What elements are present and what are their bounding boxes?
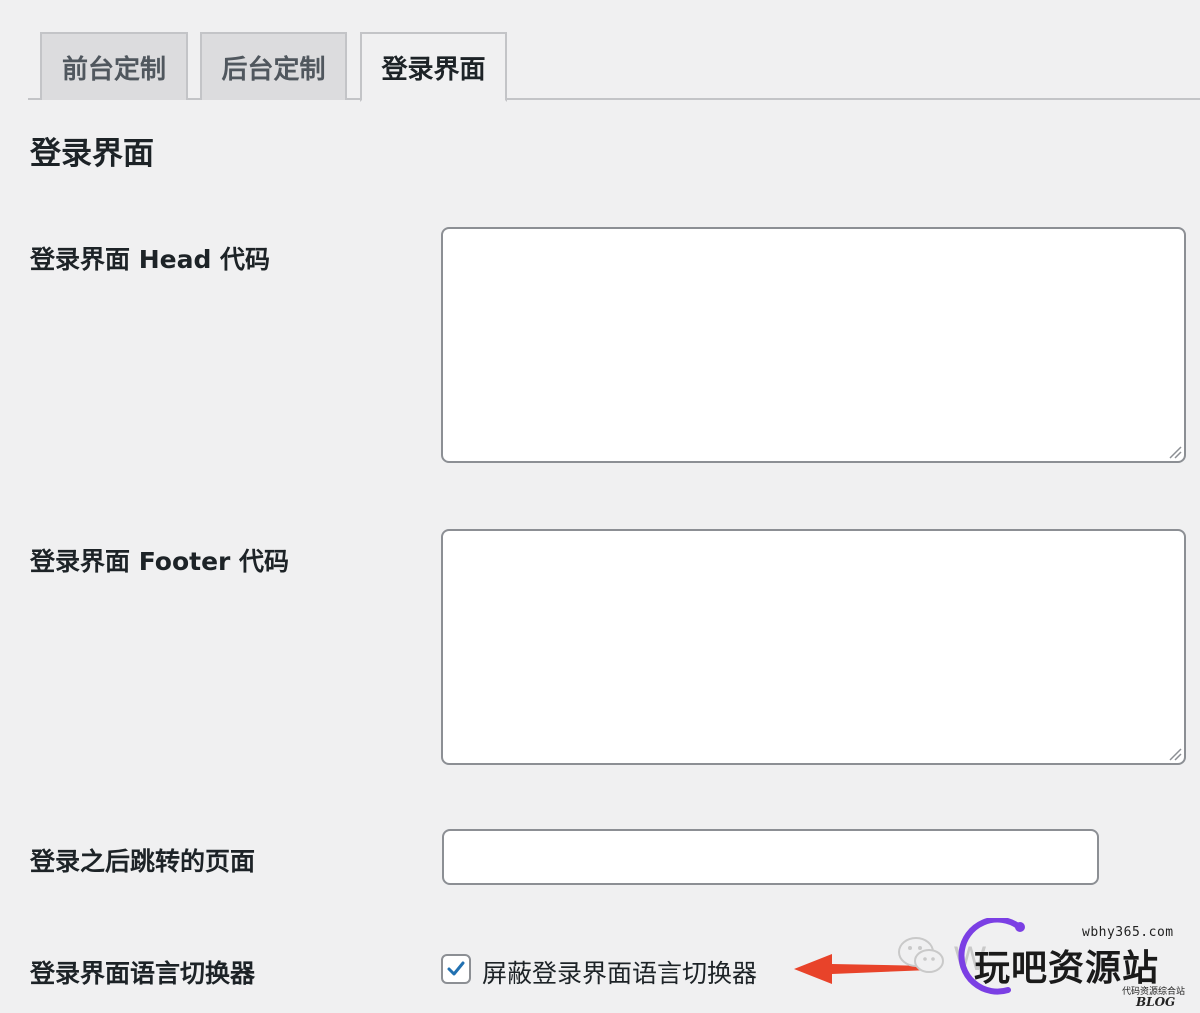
redirect-page-input[interactable] xyxy=(442,829,1099,885)
checkmark-icon xyxy=(447,961,465,976)
watermark-url: wbhy365.com xyxy=(1082,925,1174,940)
wechat-icon xyxy=(898,937,944,973)
hide-language-switcher-label[interactable]: 屏蔽登录界面语言切换器 xyxy=(482,954,757,990)
tab-backend-custom[interactable]: 后台定制 xyxy=(200,32,347,100)
tab-bar: 前台定制 后台定制 登录界面 xyxy=(28,32,1200,102)
section-title: 登录界面 xyxy=(30,136,154,172)
head-code-label: 登录界面 Head 代码 xyxy=(30,245,271,274)
tab-login-screen[interactable]: 登录界面 xyxy=(360,32,507,102)
redirect-page-label: 登录之后跳转的页面 xyxy=(30,847,256,876)
footer-code-textarea[interactable] xyxy=(441,529,1186,765)
watermark-blog: BLOG xyxy=(1136,995,1176,1009)
settings-page: 前台定制 后台定制 登录界面 登录界面 登录界面 Head 代码 登录界面 Fo… xyxy=(0,0,1200,1013)
footer-code-label: 登录界面 Footer 代码 xyxy=(30,547,290,576)
hide-language-switcher-checkbox[interactable] xyxy=(441,954,471,984)
head-code-textarea[interactable] xyxy=(441,227,1186,463)
tab-frontend-custom[interactable]: 前台定制 xyxy=(40,32,188,100)
language-switcher-label: 登录界面语言切换器 xyxy=(30,959,256,988)
